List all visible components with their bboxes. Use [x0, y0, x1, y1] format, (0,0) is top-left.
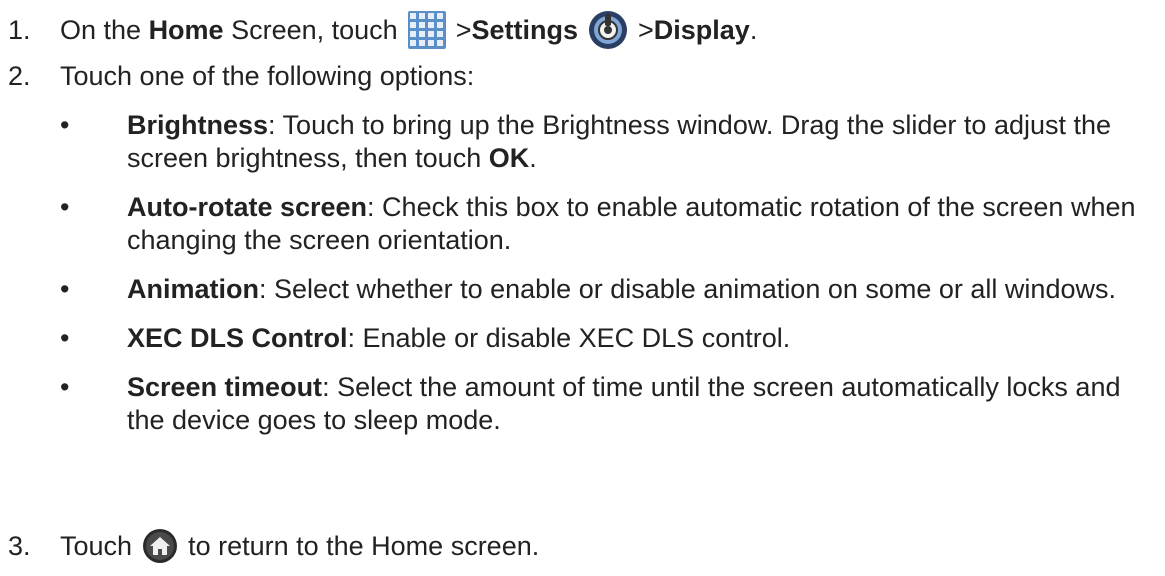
step-number: 3. — [8, 530, 31, 561]
bullet: • — [60, 110, 70, 140]
step-2: 2. Touch one of the following options: — [8, 60, 474, 93]
settings-icon — [588, 11, 627, 49]
step-number: 2. — [8, 61, 31, 91]
home-label: Home — [148, 14, 224, 45]
option-xec-dls-control: • XEC DLS Control: Enable or disable XEC… — [56, 322, 1156, 355]
step-number: 1. — [8, 14, 31, 45]
bullet: • — [60, 322, 70, 353]
option-title: Brightness — [127, 110, 269, 140]
bullet: • — [60, 371, 70, 402]
bullet: • — [60, 191, 70, 222]
option-title: Screen timeout — [127, 371, 323, 402]
ok-label: OK — [488, 142, 530, 173]
option-title: XEC DLS Control — [127, 322, 348, 353]
step-1: 1. On the Home Screen, touch > Settings … — [8, 10, 757, 50]
step-text: On the Home Screen, touch — [60, 14, 398, 45]
options-list: • Brightness: Touch to bring up the Brig… — [56, 109, 1156, 453]
display-label: Display — [653, 14, 750, 45]
option-title: Animation — [127, 273, 259, 304]
option-auto-rotate: • Auto-rotate screen: Check this box to … — [56, 191, 1156, 257]
settings-label: Settings — [471, 14, 578, 45]
option-screen-timeout: • Screen timeout: Select the amount of t… — [56, 371, 1156, 437]
home-icon — [143, 529, 178, 563]
bullet: • — [60, 273, 70, 304]
step-3: 3. Touch to return to the Home screen. — [8, 528, 539, 564]
apps-grid-icon — [407, 11, 446, 49]
step-text: Touch one of the following options: — [60, 61, 475, 91]
option-title: Auto-rotate screen — [127, 191, 368, 222]
option-animation: • Animation: Select whether to enable or… — [56, 273, 1156, 306]
option-brightness: • Brightness: Touch to bring up the Brig… — [56, 109, 1156, 175]
